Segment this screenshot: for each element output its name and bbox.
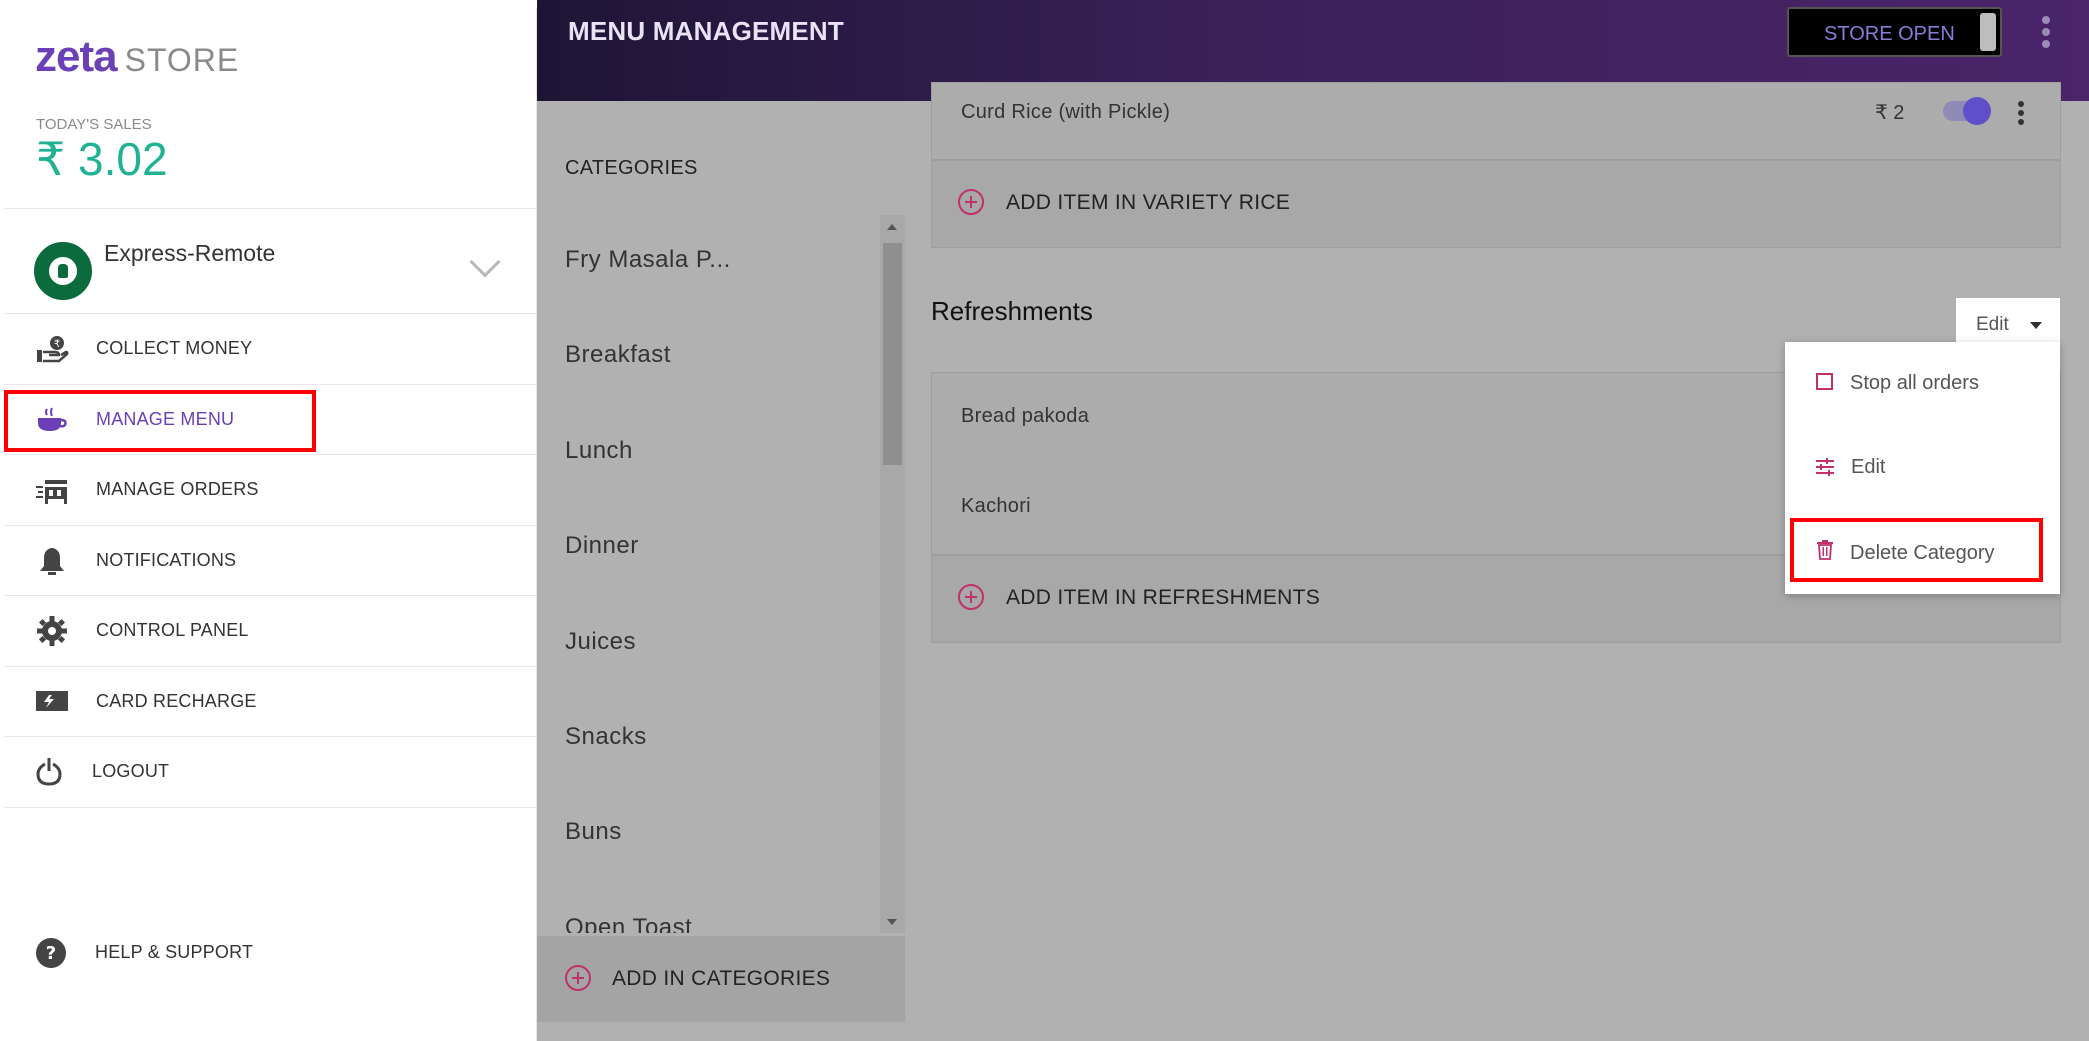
help-support-label: HELP & SUPPORT — [95, 942, 254, 962]
nav-item-control-panel[interactable]: CONTROL PANEL — [4, 596, 537, 667]
add-circle-icon — [958, 189, 984, 215]
add-circle-icon — [958, 584, 984, 610]
nav-item-label: NOTIFICATIONS — [96, 549, 237, 570]
nav-item-label: LOGOUT — [92, 761, 170, 782]
square-outline-icon — [1816, 373, 1833, 390]
store-avatar — [34, 242, 92, 300]
nav-item-label: CONTROL PANEL — [96, 620, 249, 641]
nav-item-manage-orders[interactable]: MANAGE ORDERS — [4, 455, 537, 526]
categories-scrollbar[interactable] — [880, 215, 905, 933]
nav-item-label: COLLECT MONEY — [96, 338, 253, 359]
category-item[interactable]: Snacks — [565, 723, 647, 751]
svg-text:?: ? — [46, 943, 56, 964]
nav-item-label: MANAGE ORDERS — [96, 479, 259, 500]
question-icon: ? — [36, 938, 66, 968]
add-item-label: ADD ITEM IN VARIETY RICE — [1006, 191, 1291, 214]
toggle-knob — [1980, 13, 1996, 51]
store-open-label: STORE OPEN — [1824, 23, 1955, 45]
scroll-up-icon[interactable] — [887, 224, 897, 230]
category-item[interactable]: Buns — [565, 818, 622, 846]
menu-item-stop-all-orders[interactable]: Stop all orders — [1785, 352, 2060, 412]
menu-item-edit[interactable]: Edit — [1785, 436, 2060, 496]
scrollbar-thumb[interactable] — [883, 243, 902, 465]
brand-logo: zeta STORE — [35, 32, 239, 82]
brand-logo-text: zeta — [35, 32, 118, 81]
card-icon — [36, 690, 68, 711]
nav-item-collect-money[interactable]: ₹ COLLECT MONEY — [4, 314, 537, 385]
category-item[interactable]: Open Toast — [565, 914, 692, 933]
trash-icon — [1817, 540, 1833, 560]
nav-item-logout[interactable]: LOGOUT — [4, 737, 537, 808]
add-item-variety-rice-button[interactable]: ADD ITEM IN VARIETY RICE — [931, 160, 2061, 248]
power-icon — [36, 758, 62, 786]
category-item[interactable]: Dinner — [565, 532, 639, 560]
todays-sales-label: TODAY'S SALES — [36, 116, 152, 133]
add-circle-icon — [565, 965, 591, 991]
menu-item-name: Curd Rice (with Pickle) — [961, 101, 1171, 123]
menu-item-price: ₹ 2 — [1875, 102, 1905, 124]
page-title: MENU MANAGEMENT — [568, 16, 844, 46]
category-item[interactable]: Juices — [565, 628, 636, 656]
nav-item-notifications[interactable]: NOTIFICATIONS — [4, 526, 537, 596]
categories-list: Fry Masala P... Breakfast Lunch Dinner J… — [537, 215, 879, 933]
bell-icon — [40, 547, 64, 575]
store-name: Express-Remote — [104, 240, 276, 266]
nav-item-label: CARD RECHARGE — [96, 690, 257, 711]
scroll-down-icon[interactable] — [887, 919, 897, 925]
sidebar: zeta STORE TODAY'S SALES ₹ 3.02 Express-… — [4, 8, 537, 1041]
edit-button-label: Edit — [1976, 314, 2009, 335]
caret-down-icon — [2030, 322, 2042, 329]
add-category-label: ADD IN CATEGORIES — [612, 967, 831, 990]
menu-item-label: Edit — [1851, 456, 1886, 478]
add-item-label: ADD ITEM IN REFRESHMENTS — [1006, 586, 1321, 609]
nav-item-card-recharge[interactable]: CARD RECHARGE — [4, 667, 537, 737]
gear-icon — [37, 616, 67, 646]
menu-item-name: Kachori — [961, 495, 1031, 517]
sliders-icon — [1816, 458, 1834, 476]
section-title-refreshments: Refreshments — [931, 296, 1093, 326]
coffee-cup-icon — [38, 407, 67, 431]
more-vert-icon[interactable] — [2042, 16, 2050, 52]
nav-item-help-support[interactable]: ? HELP & SUPPORT — [4, 933, 537, 973]
orders-icon — [36, 480, 67, 504]
item-availability-toggle[interactable] — [1943, 97, 1991, 125]
chevron-down-icon[interactable] — [469, 246, 501, 278]
category-actions-menu: Stop all orders Edit Delete Category — [1785, 342, 2060, 594]
nav-item-manage-menu[interactable]: MANAGE MENU — [4, 385, 537, 455]
add-category-button[interactable]: ADD IN CATEGORIES — [537, 936, 905, 1022]
svg-text:₹: ₹ — [54, 339, 60, 350]
store-open-toggle[interactable]: STORE OPEN — [1787, 7, 2002, 57]
category-item[interactable]: Lunch — [565, 437, 633, 465]
category-item[interactable]: Fry Masala P... — [565, 246, 731, 274]
category-item[interactable]: Breakfast — [565, 341, 671, 369]
menu-item-label: Stop all orders — [1850, 372, 1979, 394]
menu-item-name: Bread pakoda — [961, 405, 1090, 427]
store-selector[interactable]: Express-Remote — [4, 208, 537, 314]
nav-item-label: MANAGE MENU — [96, 408, 235, 429]
menu-item-label: Delete Category — [1850, 542, 1995, 564]
categories-header: CATEGORIES — [565, 157, 698, 179]
item-more-icon[interactable] — [2018, 101, 2024, 128]
brand-store-text: STORE — [124, 42, 240, 78]
nav-list: ₹ COLLECT MONEY MANAGE MENU MANAGE ORDER… — [4, 314, 537, 808]
menu-item-delete-category[interactable]: Delete Category — [1785, 522, 2060, 582]
todays-sales-value: ₹ 3.02 — [36, 133, 168, 185]
hand-coin-icon: ₹ — [37, 336, 69, 363]
